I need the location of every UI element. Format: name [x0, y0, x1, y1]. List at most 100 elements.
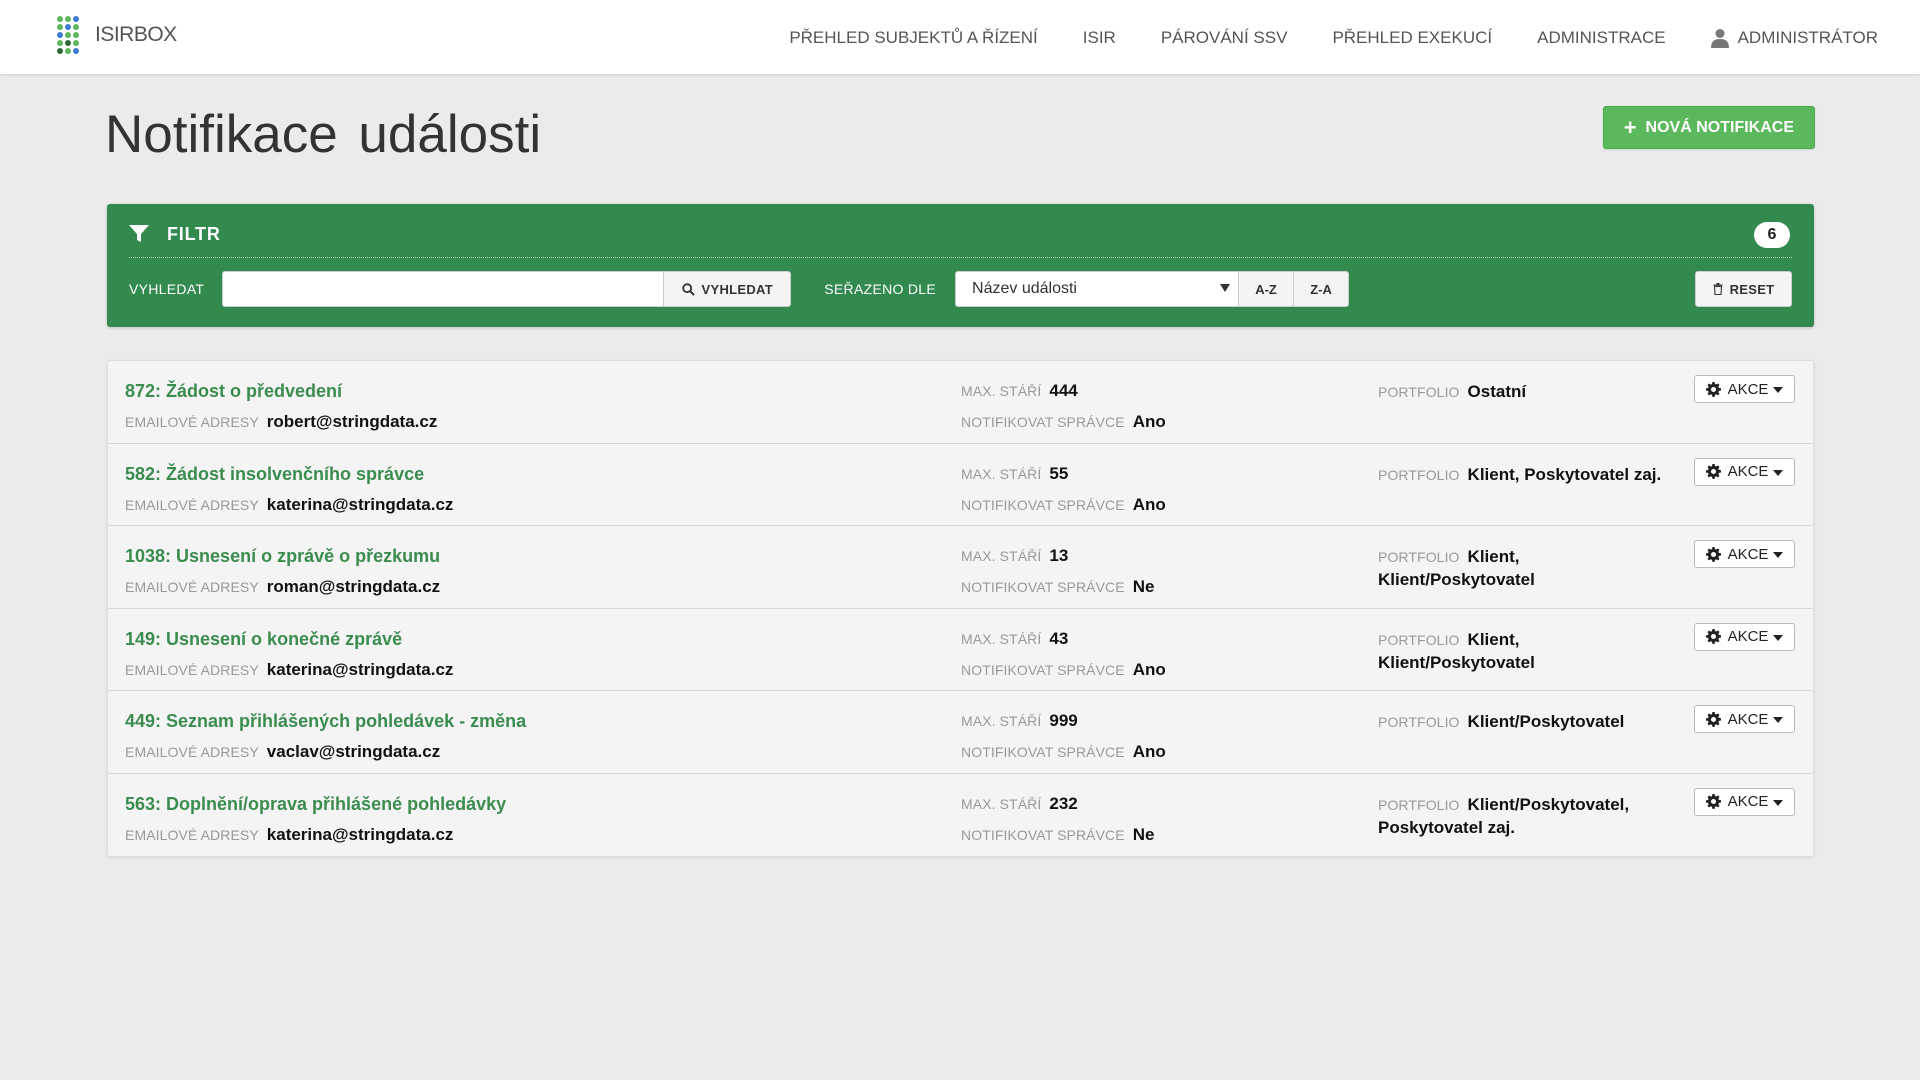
- portfolio-label: PORTFOLIO: [1378, 714, 1460, 730]
- portfolio-field: PORTFOLIO Klient/Poskytovatel: [1378, 711, 1668, 734]
- caret-down-icon: [1773, 717, 1784, 723]
- email-label: EMAILOVÉ ADRESY: [125, 661, 259, 678]
- notification-title-link[interactable]: 1038: Usnesení o zprávě o přezkumu: [125, 546, 440, 567]
- email-label: EMAILOVÉ ADRESY: [125, 826, 259, 843]
- max-age-value: 232: [1049, 793, 1078, 813]
- notify-admin-field: NOTIFIKOVAT SPRÁVCE Ne: [961, 825, 1154, 845]
- actions-dropdown-button[interactable]: AKCE: [1694, 622, 1795, 651]
- search-button-label: VYHLEDAT: [701, 281, 774, 297]
- email-field: EMAILOVÉ ADRESY katerina@stringdata.cz: [125, 660, 453, 680]
- brand-logo-link[interactable]: ISIRBOX: [57, 13, 177, 57]
- page-title: Notifikace události: [105, 105, 542, 164]
- nav-item-subjects[interactable]: PŘEHLED SUBJEKTŮ A ŘÍZENÍ: [789, 28, 1037, 48]
- plus-icon: +: [1623, 114, 1637, 140]
- search-button[interactable]: VYHLEDAT: [664, 271, 792, 307]
- user-name: ADMINISTRÁTOR: [1737, 27, 1878, 47]
- filter-panel: FILTR 6 VYHLEDAT VYHLEDAT SEŘAZENO DLE N…: [107, 204, 1814, 327]
- search-label: VYHLEDAT: [129, 281, 205, 297]
- email-field: EMAILOVÉ ADRESY katerina@stringdata.cz: [125, 825, 453, 845]
- nav-item-user-menu[interactable]: ADMINISTRÁTOR: [1710, 27, 1878, 48]
- notification-title-link[interactable]: 563: Doplnění/oprava přihlášené pohledáv…: [125, 794, 506, 815]
- max-age-field: MAX. STÁŘÍ 55: [961, 464, 1068, 484]
- max-age-field: MAX. STÁŘÍ 13: [961, 546, 1068, 566]
- caret-down-icon: [1773, 552, 1784, 558]
- portfolio-label: PORTFOLIO: [1378, 796, 1460, 813]
- result-count-badge: 6: [1754, 222, 1790, 248]
- reset-button-label: RESET: [1729, 281, 1775, 297]
- email-value: roman@stringdata.cz: [266, 577, 441, 596]
- trash-icon: [1713, 283, 1723, 295]
- max-age-value: 13: [1049, 546, 1069, 565]
- notify-admin-field: NOTIFIKOVAT SPRÁVCE Ano: [961, 412, 1166, 432]
- list-item: 872: Žádost o předvedení EMAILOVÉ ADRESY…: [108, 361, 1813, 444]
- max-age-field: MAX. STÁŘÍ 232: [961, 794, 1078, 814]
- portfolio-field: PORTFOLIO Klient, Klient/Poskytovatel: [1378, 629, 1668, 675]
- actions-dropdown-button[interactable]: AKCE: [1694, 540, 1795, 568]
- nav-item-isir[interactable]: ISIR: [1083, 28, 1116, 48]
- notify-admin-value: Ne: [1132, 824, 1155, 844]
- gear-icon: [1705, 711, 1721, 727]
- email-field: EMAILOVÉ ADRESY robert@stringdata.cz: [125, 412, 437, 432]
- user-icon: [1710, 28, 1729, 48]
- notification-title-link[interactable]: 872: Žádost o předvedení: [125, 381, 342, 402]
- portfolio-field: PORTFOLIO Klient/Poskytovatel, Poskytovat…: [1378, 794, 1668, 840]
- gear-icon: [1705, 381, 1721, 397]
- nav-item-ssv-matching[interactable]: PÁROVÁNÍ SSV: [1161, 28, 1288, 48]
- email-field: EMAILOVÉ ADRESY roman@stringdata.cz: [125, 577, 440, 597]
- nav-item-administration[interactable]: ADMINISTRACE: [1537, 28, 1665, 48]
- notification-title-link[interactable]: 149: Usnesení o konečné zprávě: [125, 629, 402, 650]
- gear-icon: [1705, 546, 1721, 562]
- email-field: EMAILOVÉ ADRESY vaclav@stringdata.cz: [125, 742, 440, 762]
- portfolio-value: Ostatní: [1467, 382, 1527, 401]
- sort-label: SEŘAZENO DLE: [824, 281, 937, 297]
- notify-admin-field: NOTIFIKOVAT SPRÁVCE Ano: [961, 660, 1166, 680]
- gear-icon: [1705, 794, 1721, 809]
- actions-label: AKCE: [1727, 380, 1769, 398]
- actions-dropdown-button[interactable]: AKCE: [1694, 705, 1795, 733]
- list-item: 1038: Usnesení o zprávě o přezkumu EMAIL…: [108, 526, 1813, 609]
- filter-title: FILTR: [167, 223, 221, 244]
- email-value: vaclav@stringdata.cz: [266, 742, 441, 761]
- portfolio-label: PORTFOLIO: [1378, 631, 1460, 648]
- grid-logo-icon: [57, 16, 79, 54]
- notify-admin-label: NOTIFIKOVAT SPRÁVCE: [961, 579, 1125, 595]
- max-age-value: 55: [1049, 463, 1069, 483]
- notification-title-link[interactable]: 582: Žádost insolvenčního správce: [125, 464, 424, 485]
- max-age-value: 444: [1049, 381, 1078, 400]
- portfolio-field: PORTFOLIO Klient, Klient/Poskytovatel: [1378, 546, 1668, 592]
- email-label: EMAILOVÉ ADRESY: [125, 496, 259, 513]
- reset-button[interactable]: RESET: [1695, 271, 1792, 307]
- sort-desc-button[interactable]: Z-A: [1294, 271, 1350, 307]
- actions-label: AKCE: [1727, 628, 1769, 645]
- search-icon: [681, 282, 695, 296]
- notify-admin-label: NOTIFIKOVAT SPRÁVCE: [961, 826, 1125, 843]
- max-age-field: MAX. STÁŘÍ 43: [961, 629, 1068, 649]
- notify-admin-field: NOTIFIKOVAT SPRÁVCE Ano: [961, 742, 1166, 762]
- actions-label: AKCE: [1727, 545, 1769, 563]
- actions-dropdown-button[interactable]: AKCE: [1694, 375, 1795, 403]
- email-label: EMAILOVÉ ADRESY: [125, 744, 259, 760]
- notify-admin-value: Ano: [1132, 412, 1166, 431]
- list-item: 149: Usnesení o konečné zprávě EMAILOVÉ …: [108, 609, 1813, 691]
- max-age-label: MAX. STÁŘÍ: [961, 795, 1042, 812]
- list-item: 582: Žádost insolvenčního správce EMAILO…: [108, 444, 1813, 526]
- actions-label: AKCE: [1727, 710, 1769, 728]
- email-value: katerina@stringdata.cz: [266, 494, 454, 514]
- nav-item-executions[interactable]: PŘEHLED EXEKUCÍ: [1332, 28, 1492, 48]
- notification-title-link[interactable]: 449: Seznam přihlášených pohledávek - zm…: [125, 711, 526, 732]
- actions-dropdown-button[interactable]: AKCE: [1694, 787, 1795, 816]
- notify-admin-label: NOTIFIKOVAT SPRÁVCE: [961, 414, 1125, 430]
- sort-selected-value: Název události: [972, 280, 1077, 297]
- sort-asc-button[interactable]: A-Z: [1239, 271, 1295, 307]
- notification-list: 872: Žádost o předvedení EMAILOVÉ ADRESY…: [107, 360, 1814, 857]
- caret-down-icon: [1773, 799, 1784, 806]
- search-input[interactable]: [222, 271, 665, 307]
- notify-admin-field: NOTIFIKOVAT SPRÁVCE Ano: [961, 495, 1166, 515]
- gear-icon: [1705, 464, 1721, 479]
- caret-down-icon: [1773, 469, 1784, 476]
- sort-select[interactable]: Název události: [955, 271, 1240, 307]
- max-age-label: MAX. STÁŘÍ: [961, 548, 1042, 564]
- new-notification-button[interactable]: + NOVÁ NOTIFIKACE: [1602, 106, 1815, 149]
- actions-dropdown-button[interactable]: AKCE: [1694, 457, 1795, 486]
- portfolio-field: PORTFOLIO Klient, Poskytovatel zaj.: [1378, 464, 1668, 487]
